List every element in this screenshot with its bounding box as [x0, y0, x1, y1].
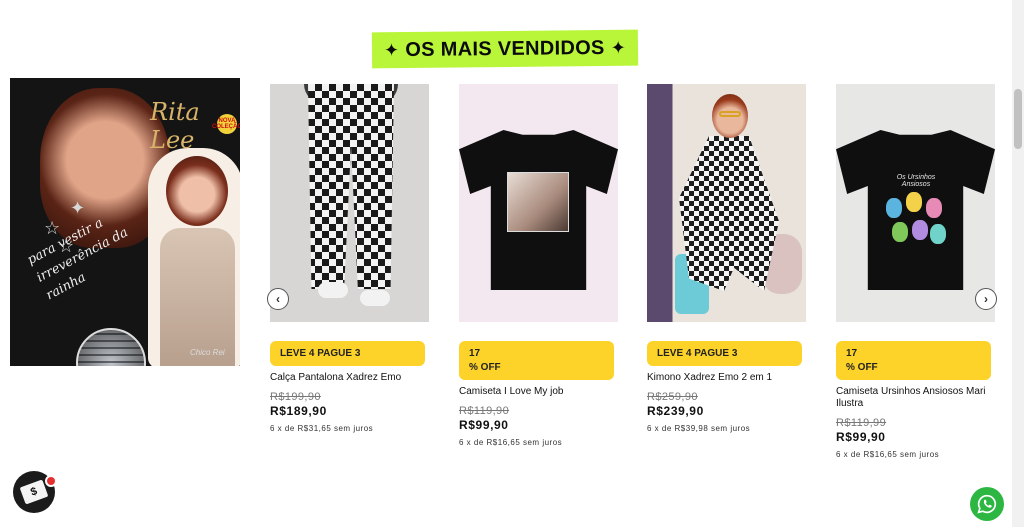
- product-card[interactable]: 17 % OFF Camiseta I Love My job R$119,90…: [459, 84, 618, 447]
- product-image[interactable]: [459, 84, 618, 322]
- bear: [886, 198, 902, 218]
- promo-badge: 17 % OFF: [459, 341, 614, 380]
- banner-signature: Chico Rei: [190, 348, 225, 357]
- tshirt-print-title: Os Ursinhos Ansiosos: [896, 174, 936, 188]
- tshirt-print: [507, 172, 569, 232]
- product-name[interactable]: Kimono Xadrez Emo 2 em 1: [647, 372, 806, 384]
- price: R$99,90: [459, 418, 509, 432]
- bear: [912, 220, 928, 240]
- promo-badge-text: LEVE 4 PAGUE 3: [657, 348, 738, 359]
- shoe: [318, 282, 348, 298]
- money-icon: $: [19, 479, 49, 505]
- page-scrollbar[interactable]: [1012, 0, 1024, 527]
- sparkle-icon: ✦: [383, 39, 400, 60]
- bear: [892, 222, 908, 242]
- product-card[interactable]: Os Ursinhos Ansiosos 17 % OFF Camiseta U…: [836, 84, 995, 459]
- price: R$239,90: [647, 404, 704, 418]
- promo-badge: 17 % OFF: [836, 341, 991, 380]
- sunglasses: [719, 111, 741, 117]
- old-price: R$119,90: [459, 405, 510, 417]
- disco-ball-icon: [76, 328, 146, 366]
- product-card[interactable]: LEVE 4 PAGUE 3 Calça Pantalona Xadrez Em…: [270, 84, 429, 433]
- shoe: [360, 290, 390, 306]
- cashback-widget-button[interactable]: $: [13, 471, 57, 513]
- old-price: R$259,90: [647, 391, 698, 403]
- banner-model-body: [160, 228, 235, 366]
- section-title: ✦ OS MAIS VENDIDOS ✦: [371, 29, 639, 69]
- banner-badge: NOVA COLEÇÃO: [212, 114, 240, 134]
- chevron-right-icon: ›: [984, 292, 988, 306]
- product-card[interactable]: LEVE 4 PAGUE 3 Kimono Xadrez Emo 2 em 1 …: [647, 84, 806, 433]
- kimono-robe: [679, 136, 779, 291]
- carousel-prev-button[interactable]: ‹: [267, 288, 289, 310]
- promo-badge: LEVE 4 PAGUE 3: [270, 341, 425, 366]
- sparkle-icon: ✦: [610, 37, 627, 58]
- star-icon: ✦: [70, 198, 86, 218]
- bear: [930, 224, 946, 244]
- pants-legs: [308, 84, 394, 289]
- star-icon: ☆: [58, 236, 75, 256]
- installments: 6 x de R$16,65 sem juros: [459, 438, 563, 447]
- product-image[interactable]: [270, 84, 429, 322]
- discount-value: 17: [846, 347, 858, 359]
- installments: 6 x de R$16,65 sem juros: [836, 450, 940, 459]
- promo-badge: LEVE 4 PAGUE 3: [647, 341, 802, 366]
- old-price: R$119,99: [836, 417, 887, 429]
- discount-label: % OFF: [469, 361, 501, 373]
- old-price: R$199,90: [270, 391, 321, 403]
- care-bears-print: [884, 190, 948, 250]
- product-name[interactable]: Camiseta Ursinhos Ansiosos Mari Ilustra: [836, 386, 995, 410]
- scrollbar-thumb[interactable]: [1014, 89, 1022, 149]
- bear: [906, 192, 922, 212]
- chevron-left-icon: ‹: [276, 292, 280, 306]
- product-image[interactable]: [647, 84, 806, 322]
- bear: [926, 198, 942, 218]
- discount-label: % OFF: [846, 361, 878, 373]
- price: R$189,90: [270, 404, 327, 418]
- section-title-text: OS MAIS VENDIDOS: [405, 36, 605, 61]
- installments: 6 x de R$31,65 sem juros: [270, 424, 374, 433]
- product-name[interactable]: Calça Pantalona Xadrez Emo: [270, 372, 429, 384]
- discount-value: 17: [469, 347, 481, 359]
- whatsapp-button[interactable]: [970, 487, 1004, 521]
- product-name[interactable]: Camiseta I Love My job: [459, 386, 618, 398]
- money-glyph: $: [29, 485, 39, 499]
- promo-badge-text: LEVE 4 PAGUE 3: [280, 348, 361, 359]
- carousel-next-button[interactable]: ›: [975, 288, 997, 310]
- product-image[interactable]: Os Ursinhos Ansiosos: [836, 84, 995, 322]
- tshirt: [459, 84, 618, 322]
- price: R$99,90: [836, 430, 886, 444]
- promo-banner[interactable]: Rita Lee NOVA COLEÇÃO para vestir a irre…: [10, 78, 240, 366]
- whatsapp-icon: [977, 494, 997, 514]
- notification-dot: [45, 475, 57, 487]
- installments: 6 x de R$39,98 sem juros: [647, 424, 751, 433]
